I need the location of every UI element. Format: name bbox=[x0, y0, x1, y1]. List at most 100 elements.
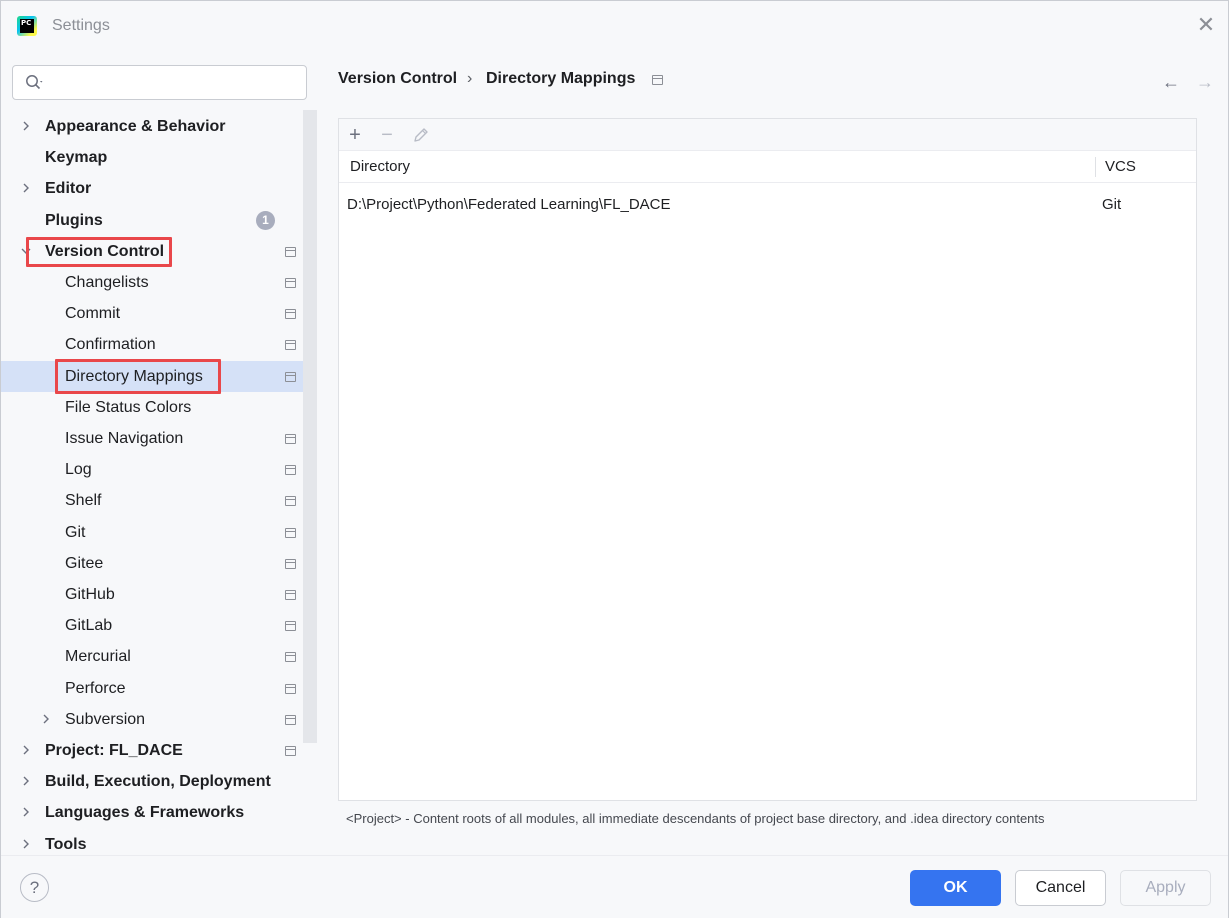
sidebar-item-label: Log bbox=[65, 461, 92, 479]
chevron-right-icon[interactable] bbox=[21, 744, 31, 756]
sidebar-item-confirmation[interactable]: Confirmation bbox=[1, 329, 303, 360]
sidebar-item-label: Project: FL_DACE bbox=[45, 742, 183, 759]
dialog-footer: ? OK Cancel Apply bbox=[1, 855, 1228, 918]
sidebar-item-label: Appearance & Behavior bbox=[45, 118, 226, 135]
project-level-icon bbox=[285, 465, 296, 476]
sidebar-item-label: Editor bbox=[45, 180, 92, 198]
search-input[interactable] bbox=[53, 72, 293, 94]
cancel-button[interactable]: Cancel bbox=[1015, 870, 1106, 906]
sidebar-item-log[interactable]: Log bbox=[1, 454, 303, 485]
sidebar-item-languages-frameworks[interactable]: Languages & Frameworks bbox=[1, 797, 303, 828]
window-title: Settings bbox=[52, 17, 110, 34]
project-level-icon bbox=[285, 746, 296, 756]
project-hint-text: <Project> - Content roots of all modules… bbox=[346, 811, 1045, 826]
chevron-down-icon[interactable] bbox=[21, 245, 31, 257]
chevron-right-icon[interactable] bbox=[21, 182, 31, 194]
column-divider bbox=[1095, 157, 1096, 177]
project-level-icon bbox=[285, 496, 296, 507]
close-button[interactable]: ✕ bbox=[1196, 14, 1216, 36]
directory-cell: D:\Project\Python\Federated Learning\FL_… bbox=[347, 196, 671, 213]
back-arrow-icon[interactable]: ← bbox=[1162, 73, 1180, 91]
sidebar-item-label: Git bbox=[65, 523, 86, 541]
settings-search-box[interactable] bbox=[12, 65, 307, 100]
pycharm-logo-icon: PC bbox=[17, 16, 37, 36]
sidebar-item-shelf[interactable]: Shelf bbox=[1, 485, 303, 516]
project-level-icon bbox=[285, 527, 296, 538]
breadcrumb-separator: › bbox=[467, 70, 473, 87]
remove-mapping-button[interactable]: − bbox=[377, 125, 397, 145]
sidebar-item-label: Mercurial bbox=[65, 648, 131, 666]
sidebar-item-label: GitHub bbox=[65, 586, 115, 603]
project-level-icon bbox=[285, 246, 296, 257]
sidebar-item-label: GitLab bbox=[65, 617, 113, 635]
settings-tree: Appearance & Behavior Keymap Editor Plugins… bbox=[1, 110, 317, 855]
sidebar-item-directory-mappings[interactable]: Directory Mappings bbox=[1, 360, 317, 392]
table-toolbar: + − bbox=[339, 119, 1196, 151]
add-mapping-button[interactable]: + bbox=[345, 125, 365, 145]
breadcrumb-parent[interactable]: Version Control bbox=[338, 70, 457, 88]
sidebar-item-gitee[interactable]: Gitee bbox=[1, 548, 303, 579]
settings-window: PC Settings ✕ Appearance & Behavior Keyma… bbox=[0, 0, 1229, 918]
sidebar-item-mercurial[interactable]: Mercurial bbox=[1, 641, 303, 672]
sidebar-item-appearance-behavior[interactable]: Appearance & Behavior bbox=[1, 111, 303, 142]
project-level-icon bbox=[285, 371, 296, 382]
sidebar-item-subversion[interactable]: Subversion bbox=[1, 704, 303, 735]
edit-mapping-button[interactable] bbox=[411, 125, 431, 145]
sidebar-item-version-control[interactable]: Version Control bbox=[1, 236, 303, 267]
sidebar-item-issue-navigation[interactable]: Issue Navigation bbox=[1, 423, 303, 454]
table-row[interactable]: D:\Project\Python\Federated Learning\FL_… bbox=[339, 190, 1196, 220]
sidebar-item-label: Tools bbox=[45, 835, 87, 853]
ok-button[interactable]: OK bbox=[910, 870, 1001, 906]
sidebar-item-plugins[interactable]: Plugins 1 bbox=[1, 205, 303, 236]
sidebar-item-label: Subversion bbox=[65, 710, 146, 728]
project-level-icon bbox=[285, 558, 296, 569]
project-level-icon bbox=[285, 621, 296, 632]
chevron-right-icon[interactable] bbox=[21, 775, 31, 787]
sidebar-item-label: Issue Navigation bbox=[65, 430, 184, 447]
sidebar-item-editor[interactable]: Editor bbox=[1, 173, 303, 204]
sidebar-item-github[interactable]: GitHub bbox=[1, 579, 303, 610]
project-level-icon bbox=[285, 714, 296, 725]
sidebar-item-label: Shelf bbox=[65, 492, 102, 510]
chevron-right-icon[interactable] bbox=[21, 838, 31, 850]
sidebar-item-label: Version Control bbox=[45, 242, 165, 260]
sidebar-item-git[interactable]: Git bbox=[1, 517, 303, 548]
pencil-icon bbox=[414, 128, 428, 142]
sidebar-item-label: Languages & Frameworks bbox=[45, 804, 245, 822]
apply-button[interactable]: Apply bbox=[1120, 870, 1211, 906]
sidebar-item-label: Commit bbox=[65, 305, 121, 323]
sidebar-item-label: Confirmation bbox=[65, 336, 156, 354]
project-level-icon bbox=[285, 340, 296, 351]
sidebar-item-label: Keymap bbox=[45, 149, 108, 167]
sidebar-item-keymap[interactable]: Keymap bbox=[1, 142, 303, 173]
project-level-icon bbox=[285, 683, 296, 694]
sidebar-item-gitlab[interactable]: GitLab bbox=[1, 610, 303, 641]
project-level-icon bbox=[652, 75, 663, 85]
chevron-right-icon[interactable] bbox=[21, 120, 31, 132]
sidebar-item-file-status-colors[interactable]: File Status Colors bbox=[1, 392, 303, 423]
project-level-icon bbox=[285, 434, 296, 444]
sidebar-item-label: Perforce bbox=[65, 679, 126, 697]
chevron-right-icon[interactable] bbox=[21, 806, 31, 818]
sidebar-item-perforce[interactable]: Perforce bbox=[1, 673, 303, 704]
help-button[interactable]: ? bbox=[20, 873, 49, 902]
chevron-right-icon[interactable] bbox=[41, 713, 51, 725]
sidebar-item-label: Plugins bbox=[45, 211, 103, 229]
column-header-directory[interactable]: Directory bbox=[350, 151, 410, 183]
table-header: Directory VCS bbox=[339, 151, 1196, 183]
project-level-icon bbox=[285, 278, 296, 288]
sidebar-item-tools[interactable]: Tools bbox=[1, 829, 303, 855]
sidebar-item-build-execution-deployment[interactable]: Build, Execution, Deployment bbox=[1, 766, 303, 797]
sidebar-item-label: File Status Colors bbox=[65, 398, 192, 416]
project-level-icon bbox=[285, 590, 296, 600]
vcs-cell[interactable]: Git bbox=[1102, 190, 1121, 220]
sidebar-item-changelists[interactable]: Changelists bbox=[1, 267, 303, 298]
project-level-icon bbox=[285, 309, 296, 320]
sidebar-item-commit[interactable]: Commit bbox=[1, 298, 303, 329]
forward-arrow-icon[interactable]: → bbox=[1196, 73, 1214, 91]
column-header-vcs[interactable]: VCS bbox=[1105, 151, 1136, 183]
search-icon bbox=[26, 75, 43, 90]
sidebar-scrollbar[interactable] bbox=[303, 110, 317, 743]
sidebar-item-label: Changelists bbox=[65, 274, 149, 291]
sidebar-item-project-fl-dace[interactable]: Project: FL_DACE bbox=[1, 735, 303, 766]
